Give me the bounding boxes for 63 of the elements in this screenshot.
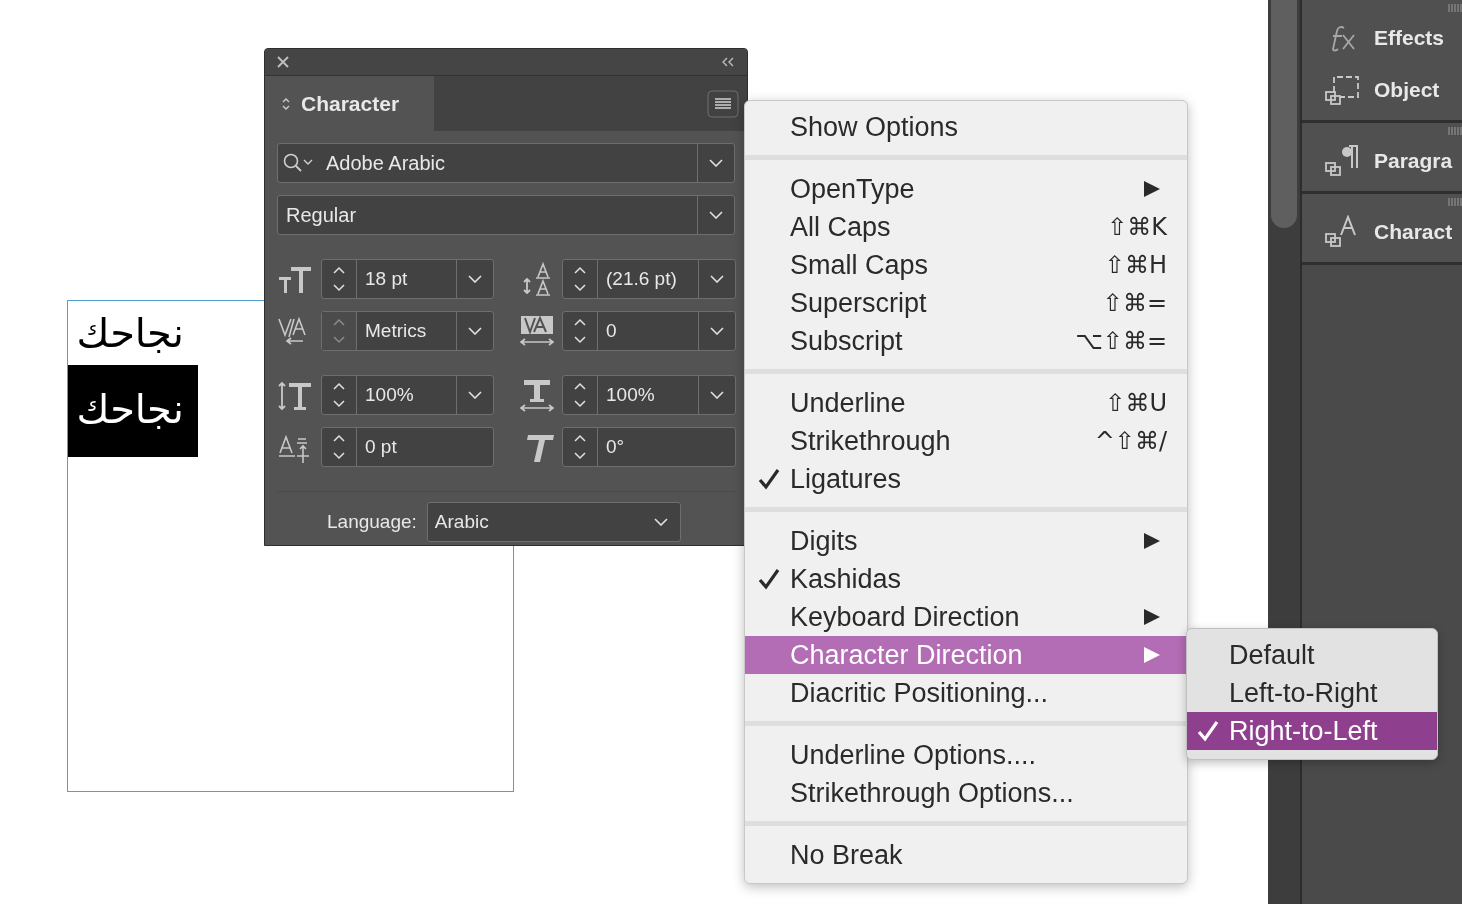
chevron-down-icon[interactable]	[710, 327, 724, 335]
panel-menu-icon[interactable]	[707, 89, 739, 118]
menu-item[interactable]: No Break	[745, 836, 1187, 874]
horizontal-scale-icon	[518, 377, 556, 413]
expand-collapse-icon[interactable]	[281, 96, 291, 111]
vertical-scale-field[interactable]: 100%	[321, 375, 494, 415]
close-icon[interactable]	[277, 56, 289, 68]
language-label: Language:	[327, 511, 417, 533]
skew-field[interactable]: 0°	[562, 427, 736, 467]
stepper-icon[interactable]	[332, 264, 346, 294]
menu-item[interactable]: Strikethrough Options...	[745, 774, 1187, 812]
object-styles-icon	[1324, 73, 1360, 107]
menu-item[interactable]: Right-to-Left	[1187, 712, 1437, 750]
menu-item[interactable]: OpenType	[745, 170, 1187, 208]
menu-item[interactable]: Superscript ⇧⌘=	[745, 284, 1187, 322]
font-size-field[interactable]: 18 pt	[321, 259, 494, 299]
chevron-down-icon[interactable]	[468, 391, 482, 399]
stepper-icon[interactable]	[573, 380, 587, 410]
menu-item[interactable]: Underline Options....	[745, 736, 1187, 774]
baseline-shift-field[interactable]: 0 pt	[321, 427, 494, 467]
stepper-icon[interactable]	[573, 432, 587, 462]
chevron-down-icon[interactable]	[468, 275, 482, 283]
stepper-icon[interactable]	[573, 316, 587, 346]
leading-field[interactable]: (21.6 pt)	[562, 259, 736, 299]
chevron-down-icon[interactable]	[709, 211, 723, 219]
menu-item[interactable]: Character Direction	[745, 636, 1187, 674]
tracking-icon	[518, 313, 556, 349]
menu-item[interactable]: Small Caps ⇧⌘H	[745, 246, 1187, 284]
menu-item[interactable]: Underline ⇧⌘U	[745, 384, 1187, 422]
chevron-down-icon	[653, 518, 668, 526]
chevron-down-icon[interactable]	[710, 391, 724, 399]
grip-icon[interactable]	[1448, 4, 1462, 12]
horizontal-scale-field[interactable]: 100%	[562, 375, 736, 415]
arabic-text: نجاحك	[75, 309, 185, 358]
menu-item[interactable]: All Caps ⇧⌘K	[745, 208, 1187, 246]
font-family-field[interactable]: Adobe Arabic	[277, 143, 735, 183]
menu-item[interactable]: Digits	[745, 522, 1187, 560]
stepper-icon[interactable]	[573, 264, 587, 294]
arabic-text: نجاحك	[68, 365, 198, 457]
menu-item[interactable]: Keyboard Direction	[745, 598, 1187, 636]
character-tab[interactable]: Character	[265, 76, 434, 131]
menu-item[interactable]: Show Options	[745, 108, 1187, 146]
menu-item[interactable]: Default	[1187, 636, 1437, 674]
menu-item[interactable]: Kashidas	[745, 560, 1187, 598]
dock-panel-button[interactable]: Effects	[1324, 12, 1462, 64]
grip-icon[interactable]	[1448, 198, 1462, 206]
dock-panel-button[interactable]: Object	[1324, 64, 1462, 116]
menu-item[interactable]: Left-to-Right	[1187, 674, 1437, 712]
scrollbar-thumb[interactable]	[1271, 0, 1297, 228]
paragraph-icon	[1324, 144, 1360, 178]
menu-item[interactable]: Diacritic Positioning...	[745, 674, 1187, 712]
menu-item[interactable]: Strikethrough ^⇧⌘/	[745, 422, 1187, 460]
stepper-icon[interactable]	[332, 432, 346, 462]
stepper-icon[interactable]	[332, 380, 346, 410]
chevron-down-icon[interactable]	[710, 275, 724, 283]
chevron-down-icon[interactable]	[709, 159, 723, 167]
grip-icon[interactable]	[1448, 127, 1462, 135]
tracking-field[interactable]: 0	[562, 311, 736, 351]
menu-item[interactable]: Subscript ⌥⇧⌘=	[745, 322, 1187, 360]
font-style-field[interactable]: Regular	[277, 195, 735, 235]
collapse-icon[interactable]	[721, 57, 735, 67]
language-dropdown[interactable]: Arabic	[426, 502, 681, 542]
menu-item[interactable]: Ligatures	[745, 460, 1187, 498]
